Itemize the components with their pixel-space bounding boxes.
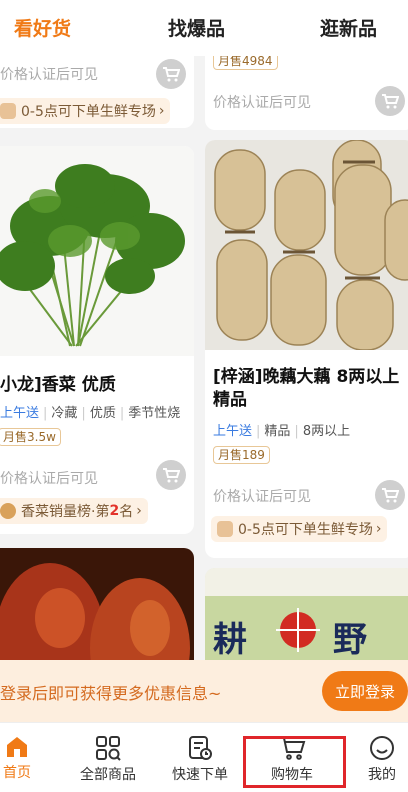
delivery-tag: 上午送 (213, 424, 253, 439)
nav-home[interactable]: 首页 (0, 723, 34, 792)
monthly-sales-badge: 月售3.5w (0, 428, 61, 446)
cart-highlight-box (243, 736, 346, 788)
tab-look-good[interactable]: 看好货 (14, 14, 71, 41)
nav-label: 首页 (3, 765, 31, 781)
price-hidden-text: 价格认证后可见 (0, 67, 98, 83)
nav-label: 我的 (368, 767, 396, 783)
tab-new-products[interactable]: 逛新品 (320, 14, 377, 41)
product-tag: 季节性烧 (128, 406, 181, 421)
clock-list-icon (189, 736, 212, 760)
cart-icon (163, 468, 180, 483)
cilantro-image (0, 146, 194, 356)
promo-text: 0-5点可下单生鲜专场 (21, 104, 156, 120)
price-hidden-text: 价格认证后可见 (213, 95, 311, 111)
promo-banner[interactable]: 0-5点可下单生鲜专场 › (211, 516, 388, 542)
product-tags: 上午送 | 精品 | 8两以上 (213, 424, 351, 439)
box-label-text: 野 (333, 620, 367, 660)
add-to-cart-button[interactable] (375, 86, 405, 116)
login-prompt-text: 登录后即可获得更多优惠信息~ (0, 684, 222, 703)
add-to-cart-button[interactable] (375, 480, 405, 510)
product-tag: 优质 (89, 406, 116, 421)
product-card[interactable]: 月售4984 价格认证后可见 (205, 56, 408, 130)
product-image[interactable] (0, 146, 194, 356)
nav-all-products[interactable]: 全部商品 (74, 723, 142, 792)
product-tags: 上午送 | 冷藏 | 优质 | 季节性烧 (0, 406, 181, 421)
product-card[interactable]: 耕 野 (205, 568, 408, 660)
star-badge-icon (0, 103, 16, 119)
tab-find-hot[interactable]: 找爆品 (168, 14, 225, 41)
rank-text-prefix: 香菜销量榜·第 (21, 504, 110, 520)
nav-label: 快速下单 (172, 767, 228, 783)
lotus-root-image (205, 140, 408, 350)
star-badge-icon (217, 521, 233, 537)
cart-icon (382, 94, 399, 109)
grid-search-icon (96, 736, 121, 761)
promo-banner[interactable]: 0-5点可下单生鲜专场 › (0, 98, 171, 124)
monthly-sales-badge: 月售4984 (213, 56, 278, 70)
product-image[interactable] (205, 140, 408, 350)
add-to-cart-button[interactable] (156, 59, 186, 89)
add-to-cart-button[interactable] (156, 460, 186, 490)
cart-icon (163, 67, 180, 82)
product-tag: 精品 (264, 424, 291, 439)
nav-mine[interactable]: 我的 (364, 723, 400, 792)
home-icon (7, 737, 27, 757)
product-image[interactable] (0, 548, 194, 660)
rank-banner[interactable]: 香菜销量榜·第 2 名 › (0, 498, 148, 524)
product-title[interactable]: [梓涵]晚藕大藕 8两以上精品 (213, 366, 408, 412)
product-feed[interactable]: 价格认证后可见 0-5点可下单生鲜专场 › 月售4984 价格认证后可见 小龙]… (0, 56, 408, 660)
roast-duck-image (0, 548, 194, 660)
chevron-right-icon: › (136, 503, 142, 519)
rank-number: 2 (109, 503, 120, 519)
login-button[interactable]: 立即登录 (322, 671, 408, 711)
smile-icon (370, 736, 394, 760)
product-tag: 8两以上 (302, 424, 351, 439)
price-hidden-text: 价格认证后可见 (213, 489, 311, 505)
chevron-right-icon: › (158, 103, 165, 119)
product-tag: 冷藏 (51, 406, 78, 421)
nav-quick-order[interactable]: 快速下单 (166, 723, 234, 792)
cart-icon (382, 488, 399, 503)
price-hidden-text: 价格认证后可见 (0, 471, 98, 487)
promo-text: 0-5点可下单生鲜专场 (238, 522, 373, 538)
medal-icon (0, 503, 16, 519)
bottom-nav: 首页 全部商品 快速下单 购物车 我的 (0, 722, 408, 792)
product-card[interactable] (0, 548, 194, 660)
product-image[interactable]: 耕 野 (205, 568, 408, 660)
product-card[interactable]: 小龙]香菜 优质 上午送 | 冷藏 | 优质 | 季节性烧 月售3.5w 价格认证后可见 香… (0, 146, 194, 534)
login-prompt-bar: 登录后即可获得更多优惠信息~ 立即登录 (0, 660, 408, 722)
category-tabs: 看好货 找爆品 逛新品 (0, 0, 408, 56)
product-card[interactable]: 价格认证后可见 0-5点可下单生鲜专场 › (0, 56, 194, 128)
nav-label: 全部商品 (80, 767, 136, 783)
chevron-right-icon: › (375, 521, 382, 537)
box-label-text: 耕 (213, 620, 247, 660)
product-card[interactable]: [梓涵]晚藕大藕 8两以上精品 上午送 | 精品 | 8两以上 月售189 价格认证后可… (205, 140, 408, 558)
monthly-sales-badge: 月售189 (213, 446, 270, 464)
rank-text-suffix: 名 (119, 504, 134, 520)
product-title[interactable]: 小龙]香菜 优质 (0, 374, 190, 397)
delivery-tag: 上午送 (0, 406, 40, 421)
